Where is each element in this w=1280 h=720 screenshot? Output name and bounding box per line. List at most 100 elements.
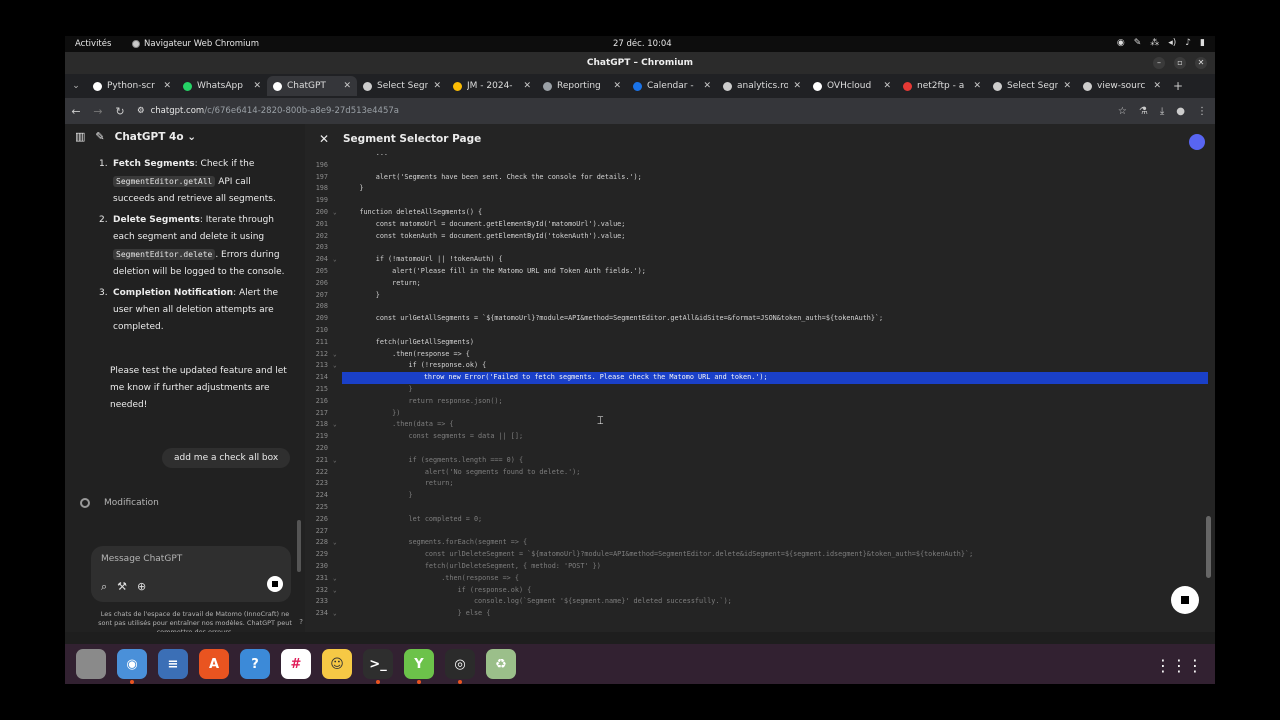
code-line[interactable]: 213 ⌄ if (!response.ok) { <box>305 360 1205 372</box>
dock-trash-icon[interactable]: ♻ <box>486 649 516 679</box>
fold-chevron-icon[interactable]: ⌄ <box>333 537 337 549</box>
code-line[interactable]: 234 ⌄ } else { <box>305 608 1205 620</box>
code-line[interactable]: 204 ⌄ if (!matomoUrl || !tokenAuth) { <box>305 254 1205 266</box>
fold-chevron-icon[interactable]: ⌄ <box>333 207 337 219</box>
tab-1[interactable]: WhatsApp ✕ <box>177 76 267 96</box>
window-title-bar[interactable]: ChatGPT – Chromium – ▫ ✕ <box>65 52 1215 74</box>
code-line[interactable]: 231 ⌄ .then(response => { <box>305 573 1205 585</box>
code-line[interactable]: 230 fetch(urlDeleteSegment, { method: 'P… <box>305 561 1205 573</box>
extension-icon[interactable]: ✎ <box>1134 38 1142 48</box>
code-line[interactable]: 222 alert('No segments found to delete.'… <box>305 467 1205 479</box>
tab-8[interactable]: OVHcloud ✕ <box>807 76 897 96</box>
tab-3[interactable]: Select Segn ✕ <box>357 76 447 96</box>
code-line[interactable]: 233 console.log(`Segment '${segment.name… <box>305 596 1205 608</box>
code-line[interactable]: 202 const tokenAuth = document.getElemen… <box>305 231 1205 243</box>
microphone-icon[interactable]: ♪ <box>1185 38 1191 48</box>
code-line[interactable]: 197 alert('Segments have been sent. Chec… <box>305 172 1205 184</box>
show-apps-grid-icon[interactable]: ⋮⋮⋮ <box>1155 656 1203 675</box>
tab-11[interactable]: view-sourc ✕ <box>1077 76 1167 96</box>
address-bar[interactable]: ⚙ chatgpt.com/c/676e6414-2820-800b-a8e9-… <box>137 106 1118 116</box>
site-info-icon[interactable]: ⚙ <box>137 106 145 116</box>
fold-chevron-icon[interactable]: ⌄ <box>333 455 337 467</box>
canvas-stop-button[interactable] <box>1171 586 1199 614</box>
tab-0[interactable]: Python-scr ✕ <box>87 76 177 96</box>
new-tab-button[interactable]: + <box>1173 79 1183 93</box>
fold-chevron-icon[interactable]: ⌄ <box>333 360 337 372</box>
back-arrow-icon[interactable]: ← <box>65 105 87 118</box>
activities-button[interactable]: Activités <box>75 39 111 49</box>
tab-close-icon[interactable]: ✕ <box>433 81 441 91</box>
code-line[interactable]: 206 return; <box>305 278 1205 290</box>
tab-close-icon[interactable]: ✕ <box>1063 81 1071 91</box>
dock-files-icon[interactable] <box>76 649 106 679</box>
record-icon[interactable]: ◉ <box>1117 38 1125 48</box>
code-line[interactable]: 200 ⌄ function deleteAllSegments() { <box>305 207 1205 219</box>
forward-arrow-icon[interactable]: → <box>87 105 109 118</box>
code-line[interactable]: 227 <box>305 526 1205 538</box>
code-line[interactable]: 212 ⌄ .then(response => { <box>305 349 1205 361</box>
tab-close-icon[interactable]: ✕ <box>793 81 801 91</box>
code-line[interactable]: 203 <box>305 242 1205 254</box>
fold-chevron-icon[interactable]: ⌄ <box>333 419 337 431</box>
tools-icon[interactable]: ⚒ <box>117 580 127 594</box>
tab-close-icon[interactable]: ✕ <box>703 81 711 91</box>
close-icon[interactable]: ✕ <box>1195 57 1207 69</box>
menu-kebab-icon[interactable]: ⋮ <box>1197 106 1207 117</box>
dock-terminal-icon[interactable]: >_ <box>363 649 393 684</box>
chat-scrollbar[interactable] <box>297 520 301 572</box>
code-line[interactable]: 221 ⌄ if (segments.length === 0) { <box>305 455 1205 467</box>
code-line[interactable]: 220 <box>305 443 1205 455</box>
code-line[interactable]: 207 } <box>305 290 1205 302</box>
code-line[interactable]: 215 } <box>305 384 1205 396</box>
fold-chevron-icon[interactable]: ⌄ <box>333 573 337 585</box>
code-line[interactable]: 208 <box>305 301 1205 313</box>
code-line[interactable]: 232 ⌄ if (response.ok) { <box>305 585 1205 597</box>
code-line[interactable]: 205 alert('Please fill in the Matomo URL… <box>305 266 1205 278</box>
tab-4[interactable]: JM - 2024- ✕ <box>447 76 537 96</box>
composer-input[interactable]: Message ChatGPT <box>101 554 182 564</box>
stop-generating-button[interactable] <box>267 576 283 592</box>
code-line[interactable]: 210 <box>305 325 1205 337</box>
sidebar-toggle-icon[interactable]: ▥ <box>75 130 85 143</box>
system-tray[interactable]: ◉ ✎ ⁂ ◂) ♪ ▮ <box>1117 38 1205 48</box>
code-line[interactable]: 223 return; <box>305 478 1205 490</box>
fold-chevron-icon[interactable]: ⌄ <box>333 608 337 620</box>
tab-2[interactable]: ChatGPT ✕ <box>267 76 357 96</box>
code-line[interactable]: 196 <box>305 160 1205 172</box>
tab-close-icon[interactable]: ✕ <box>253 81 261 91</box>
message-composer[interactable]: Message ChatGPT ⌕ ⚒ ⊕ <box>91 546 291 602</box>
code-line[interactable]: 209 const urlGetAllSegments = `${matomoU… <box>305 313 1205 325</box>
code-line[interactable]: 218 ⌄ .then(data => { <box>305 419 1205 431</box>
tab-close-icon[interactable]: ✕ <box>523 81 531 91</box>
fold-chevron-icon[interactable]: ⌄ <box>333 349 337 361</box>
tab-7[interactable]: analytics.ro ✕ <box>717 76 807 96</box>
tab-9[interactable]: net2ftp - a ✕ <box>897 76 987 96</box>
dock-speedcrunch-icon[interactable]: Y <box>404 649 434 684</box>
tab-6[interactable]: Calendar - ✕ <box>627 76 717 96</box>
download-icon[interactable]: ⤓ <box>1160 106 1164 117</box>
tab-10[interactable]: Select Segn ✕ <box>987 76 1077 96</box>
code-scrollbar[interactable] <box>1206 516 1211 578</box>
fold-chevron-icon[interactable]: ⌄ <box>333 585 337 597</box>
dock-slack-icon[interactable]: # <box>281 649 311 679</box>
code-line[interactable]: 198 } <box>305 183 1205 195</box>
code-line[interactable]: 199 <box>305 195 1205 207</box>
dock-help-icon[interactable]: ? <box>240 649 270 679</box>
dock-chromium-icon[interactable]: ◉ <box>117 649 147 684</box>
dock-obs-icon[interactable]: ◎ <box>445 649 475 684</box>
canvas-close-icon[interactable]: ✕ <box>305 132 343 146</box>
attach-icon[interactable]: ⌕ <box>101 580 107 594</box>
network-icon[interactable]: ⁂ <box>1150 38 1159 48</box>
volume-icon[interactable]: ◂) <box>1168 38 1176 48</box>
new-chat-icon[interactable]: ✎ <box>95 130 104 143</box>
clock[interactable]: 27 déc. 10:04 <box>613 39 672 49</box>
profile-icon[interactable]: ● <box>1176 106 1185 117</box>
tab-close-icon[interactable]: ✕ <box>613 81 621 91</box>
code-line[interactable]: 226 let completed = 0; <box>305 514 1205 526</box>
tab-search-chevron-icon[interactable]: ⌄ <box>65 81 87 91</box>
model-selector[interactable]: ChatGPT 4o ⌄ <box>115 131 196 143</box>
focused-app-menu[interactable]: Navigateur Web Chromium <box>132 39 259 49</box>
code-line[interactable]: 224 } <box>305 490 1205 502</box>
tab-5[interactable]: Reporting ✕ <box>537 76 627 96</box>
globe-icon[interactable]: ⊕ <box>137 580 146 594</box>
